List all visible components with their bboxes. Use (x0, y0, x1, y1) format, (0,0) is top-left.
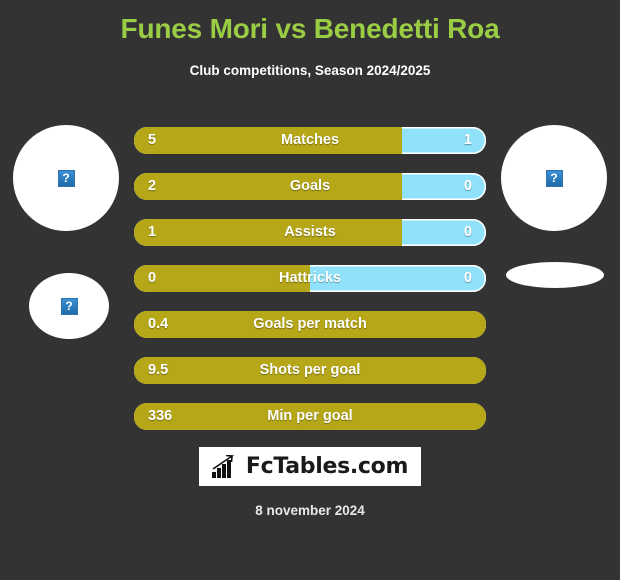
stat-label: Min per goal (267, 408, 353, 424)
stat-label: Goals (289, 178, 331, 194)
stat-row: 5 Matches 1 (134, 127, 486, 154)
stat-away-value: 0 (463, 270, 472, 286)
stats-list: 5 Matches 1 2 Goals 0 1 Assists 0 0 Hattricks 0 0.4 G… (134, 127, 486, 449)
stat-row: 9.5 Shots per goal (134, 357, 486, 384)
home-player-club-photo: ? (29, 273, 109, 339)
broken-image-icon: ? (57, 169, 75, 187)
stat-away-value: 0 (463, 224, 472, 240)
stat-away-value: 1 (463, 132, 472, 148)
stat-label: Matches (280, 132, 340, 148)
stat-row: 1 Assists 0 (134, 219, 486, 246)
stat-row: 0.4 Goals per match (134, 311, 486, 338)
comparison-infographic: Funes Mori vs Benedetti Roa Club competi… (0, 0, 620, 580)
stat-label: Assists (284, 224, 336, 240)
fctables-logo[interactable]: FcTables.com (199, 447, 421, 486)
away-player-club-photo (506, 262, 604, 288)
stat-row: 2 Goals 0 (134, 173, 486, 200)
home-player-photo: ? (13, 125, 119, 231)
page-title: Funes Mori vs Benedetti Roa (120, 13, 500, 44)
stat-label: Goals per match (253, 316, 367, 332)
stat-row: 0 Hattricks 0 (134, 265, 486, 292)
bar-chart-arrow-icon (211, 454, 235, 478)
logo-text: FcTables.com (245, 453, 409, 479)
stat-label: Shots per goal (259, 362, 361, 378)
broken-image-icon: ? (60, 297, 78, 315)
page-subtitle: Club competitions, Season 2024/2025 (189, 63, 431, 78)
stat-row: 336 Min per goal (134, 403, 486, 430)
broken-image-icon: ? (545, 169, 563, 187)
away-player-photo: ? (501, 125, 607, 231)
stat-away-value: 0 (463, 178, 472, 194)
stat-label: Hattricks (278, 270, 342, 286)
date-label: 8 november 2024 (255, 503, 365, 518)
